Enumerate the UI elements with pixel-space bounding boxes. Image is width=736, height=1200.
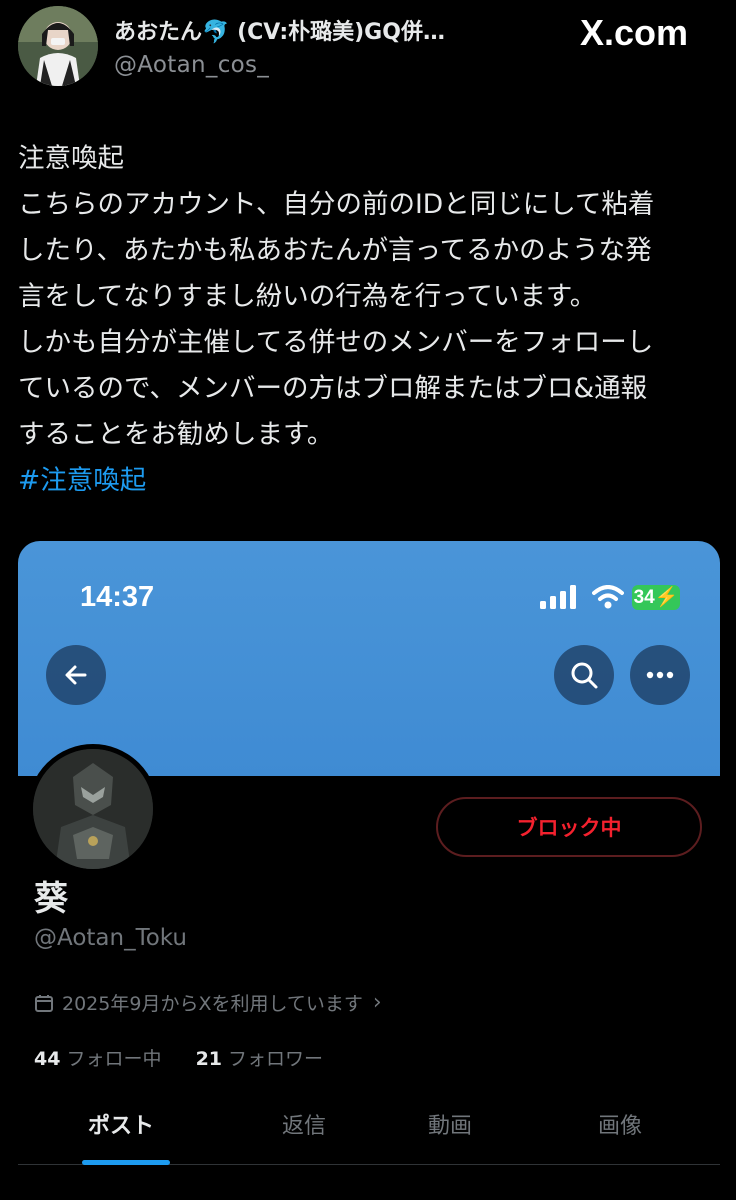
search-icon: [571, 662, 598, 689]
author-display-name[interactable]: あおたん🐬 (CV:朴璐美)GQ併…: [114, 14, 544, 46]
followers-link[interactable]: 21 フォロワー: [196, 1048, 323, 1070]
profile-avatar[interactable]: [28, 744, 158, 874]
tab-videos[interactable]: 動画: [428, 1108, 472, 1140]
arrow-left-icon: [65, 665, 87, 685]
profile-tabs: ポスト 返信 動画 画像: [18, 1096, 720, 1165]
chevron-right-icon: ›: [372, 990, 382, 1015]
following-label: フォロー中: [66, 1048, 162, 1070]
more-options-button[interactable]: [630, 645, 690, 705]
tweet-text: 注意喚起 こちらのアカウント、自分の前のIDと同じにして粘着 したり、あたかも私…: [18, 136, 728, 504]
tweet-line: こちらのアカウント、自分の前のIDと同じにして粘着: [18, 189, 655, 220]
tweet-line: することをお勧めします。: [18, 419, 334, 450]
tab-posts[interactable]: ポスト: [88, 1108, 154, 1140]
tweet-line: したり、あたかも私あおたんが言ってるかのような発: [18, 235, 652, 266]
tab-replies[interactable]: 返信: [282, 1108, 326, 1140]
tweet-line: 言をしてなりすまし紛いの行為を行っています。: [18, 281, 597, 312]
attached-screenshot[interactable]: 14:37 34⚡ ブロック中 葵 @Aotan_Toku 2025年9月からX…: [18, 541, 720, 1200]
charging-bolt-icon: ⚡: [654, 587, 679, 608]
joined-date-row[interactable]: 2025年9月からXを利用しています ›: [34, 989, 382, 1016]
profile-handle: @Aotan_Toku: [34, 925, 187, 951]
author-avatar[interactable]: [18, 6, 98, 86]
profile-display-name: 葵: [34, 879, 68, 919]
site-logo: X.com: [580, 12, 689, 53]
signal-icon: [540, 585, 576, 613]
tweet-line: 注意喚起: [18, 143, 124, 174]
follow-stats: 44 フォロー中 21 フォロワー: [34, 1044, 323, 1071]
joined-date-text: 2025年9月からXを利用しています: [62, 993, 363, 1015]
followers-count: 21: [195, 1048, 223, 1070]
calendar-icon: [35, 994, 53, 1012]
followers-label: フォロワー: [228, 1048, 324, 1070]
ellipsis-icon: [646, 671, 674, 679]
search-button[interactable]: [554, 645, 614, 705]
wifi-icon: [592, 585, 624, 613]
author-handle[interactable]: @Aotan_cos_: [114, 52, 269, 78]
following-link[interactable]: 44 フォロー中: [34, 1048, 161, 1070]
tweet-line: しかも自分が主催してる併せのメンバーをフォローし: [18, 327, 654, 358]
tweet-line: ているので、メンバーの方はブロ解またはブロ&通報: [18, 373, 648, 404]
following-count: 44: [34, 1048, 61, 1070]
battery-icon: 34⚡: [632, 585, 680, 610]
back-button[interactable]: [46, 645, 106, 705]
hashtag-link[interactable]: #注意喚起: [18, 458, 728, 504]
blocked-button[interactable]: ブロック中: [436, 797, 702, 857]
status-time: 14:37: [80, 581, 155, 613]
active-tab-indicator: [82, 1160, 170, 1165]
profile-banner: [18, 541, 720, 776]
tab-images[interactable]: 画像: [598, 1108, 642, 1140]
dolphin-icon: 🐬: [202, 20, 230, 45]
